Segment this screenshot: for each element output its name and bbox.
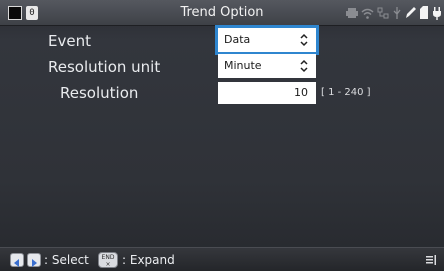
resolution-range-hint: [ 1 - 240 ] xyxy=(321,87,371,98)
trend-option-screen: 0 Trend Option Event Data Resolution uni… xyxy=(0,0,444,271)
bottom-help-bar: : Select END × : Expand xyxy=(0,247,444,271)
left-arrow-key-icon xyxy=(10,253,24,267)
pen-icon xyxy=(404,5,417,21)
power-plug-icon xyxy=(432,5,442,21)
resolution-unit-label: Resolution unit xyxy=(48,58,161,76)
network-icon xyxy=(377,5,389,21)
event-label: Event xyxy=(48,32,91,50)
resolution-unit-value: Minute xyxy=(224,59,262,72)
updown-chevron-icon xyxy=(300,59,308,73)
wifi-icon xyxy=(361,5,374,21)
expand-hint-text: : Expand xyxy=(122,253,175,267)
select-hint-text: : Select xyxy=(44,253,89,267)
resolution-label: Resolution xyxy=(60,84,139,102)
resolution-unit-dropdown[interactable]: Minute xyxy=(218,54,316,78)
end-key-icon: END × xyxy=(98,252,118,268)
resolution-input[interactable]: 10 xyxy=(218,82,316,104)
end-key-mark: × xyxy=(105,261,111,268)
end-key-label: END xyxy=(101,254,115,261)
usb-icon xyxy=(392,5,402,21)
top-status-bar: 0 Trend Option xyxy=(0,0,444,26)
event-dropdown[interactable]: Data xyxy=(215,25,319,55)
menu-icon[interactable] xyxy=(425,254,437,266)
event-value: Data xyxy=(224,33,251,46)
sd-card-icon xyxy=(419,5,429,21)
printer-icon xyxy=(346,5,358,21)
right-arrow-key-icon xyxy=(27,253,41,267)
updown-chevron-icon xyxy=(300,33,308,47)
